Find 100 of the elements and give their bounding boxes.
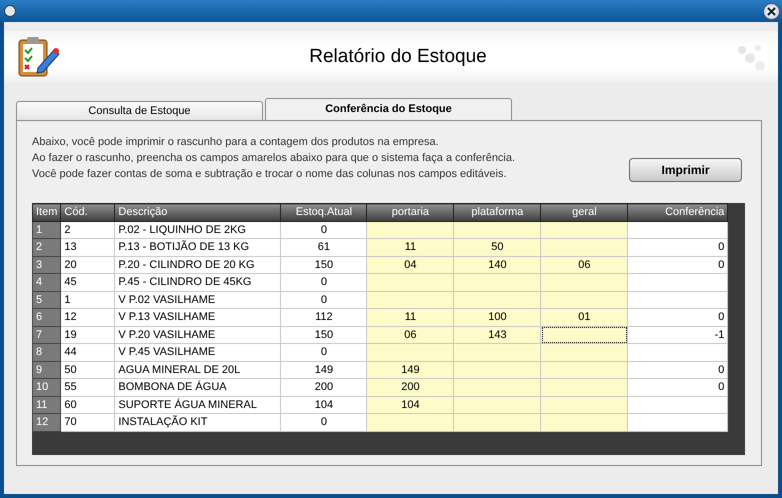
table-cell: 0 <box>280 344 367 361</box>
entry-cell[interactable] <box>540 344 628 361</box>
entry-cell[interactable] <box>366 221 454 238</box>
entry-cell[interactable] <box>454 274 541 291</box>
entry-cell[interactable]: 140 <box>454 256 541 274</box>
instruction-text: Você pode fazer contas de soma e subtração e trocar o nome das colunas nos campos editáveis. <box>32 167 508 182</box>
entry-cell[interactable] <box>540 361 628 378</box>
table-cell: P.13 - BOTIJÃO DE 13 KG <box>114 238 281 256</box>
table-cell: -1 <box>628 326 728 344</box>
entry-cell[interactable] <box>540 414 628 431</box>
column-header[interactable]: Item <box>32 204 61 221</box>
entry-cell[interactable]: 06 <box>540 256 628 274</box>
entry-cell[interactable] <box>454 291 541 308</box>
table-cell: 44 <box>60 344 115 361</box>
table-cell: 150 <box>280 256 367 274</box>
entry-cell[interactable] <box>454 361 541 378</box>
column-header[interactable]: Cód. <box>60 204 115 221</box>
clipboard-icon <box>16 36 60 78</box>
table-cell: 45 <box>60 274 115 291</box>
entry-cell[interactable] <box>540 221 628 238</box>
entry-cell[interactable]: 143 <box>454 326 541 344</box>
row-number: 10 <box>32 378 61 396</box>
tab[interactable]: Conferência do Estoque <box>265 98 512 120</box>
tab[interactable]: Consulta de Estoque <box>16 101 263 120</box>
entry-cell[interactable]: 50 <box>454 238 541 256</box>
print-button[interactable]: Imprimir <box>629 158 742 182</box>
table-cell: 55 <box>60 378 115 396</box>
entry-cell[interactable] <box>540 378 628 396</box>
table-cell: 50 <box>60 361 115 378</box>
table-cell: P.45 - CILINDRO DE 45KG <box>114 274 281 291</box>
table-cell: 0 <box>628 378 728 396</box>
table-cell: SUPORTE ÁGUA MINERAL <box>114 396 281 414</box>
row-number: 6 <box>32 308 61 326</box>
entry-cell[interactable]: 100 <box>454 308 541 326</box>
table-cell: 2 <box>60 221 115 238</box>
entry-cell[interactable] <box>540 291 628 308</box>
table-cell: V P.45 VASILHAME <box>114 344 281 361</box>
instruction-text: Abaixo, você pode imprimir o rascunho para a contagem dos produtos na empresa. <box>32 135 440 150</box>
column-header[interactable]: Estoq.Atual <box>280 204 367 221</box>
entry-cell[interactable]: 104 <box>366 396 454 414</box>
row-number: 7 <box>32 326 61 344</box>
table-cell: 150 <box>280 326 367 344</box>
close-icon <box>767 6 776 16</box>
column-header[interactable]: portaria <box>366 204 454 221</box>
entry-cell[interactable]: 149 <box>366 361 454 378</box>
table-cell: 0 <box>280 291 367 308</box>
row-number: 4 <box>32 274 61 291</box>
row-number: 8 <box>32 344 61 361</box>
table-cell: 0 <box>628 256 728 274</box>
entry-cell[interactable] <box>366 344 454 361</box>
table-cell: 12 <box>60 308 115 326</box>
column-header[interactable]: Descrição <box>114 204 281 221</box>
entry-cell[interactable] <box>366 414 454 431</box>
row-number: 2 <box>32 238 61 256</box>
table-cell: 0 <box>280 414 367 431</box>
table-cell: V P.13 VASILHAME <box>114 308 281 326</box>
table-cell: 70 <box>60 414 115 431</box>
table-cell: 0 <box>280 274 367 291</box>
table-cell: V P.20 VASILHAME <box>114 326 281 344</box>
table-cell: 19 <box>60 326 115 344</box>
entry-cell[interactable] <box>540 396 628 414</box>
entry-cell[interactable]: 01 <box>540 308 628 326</box>
entry-cell[interactable]: 11 <box>366 308 454 326</box>
entry-cell[interactable]: 06 <box>366 326 454 344</box>
table-cell: V P.02 VASILHAME <box>114 291 281 308</box>
entry-cell[interactable]: 200 <box>366 378 454 396</box>
table-cell: 0 <box>628 238 728 256</box>
entry-cell[interactable]: 04 <box>366 256 454 274</box>
row-number: 9 <box>32 361 61 378</box>
entry-cell[interactable] <box>540 274 628 291</box>
close-button[interactable] <box>763 2 780 20</box>
table-cell: 60 <box>60 396 115 414</box>
entry-cell[interactable] <box>454 221 541 238</box>
column-header[interactable]: geral <box>540 204 628 221</box>
entry-cell[interactable] <box>540 238 628 256</box>
table-cell: 149 <box>280 361 367 378</box>
table-cell: BOMBONA DE ÁGUA <box>114 378 281 396</box>
table-cell: 1 <box>60 291 115 308</box>
table-cell: 112 <box>280 308 367 326</box>
table-cell: 104 <box>280 396 367 414</box>
entry-cell[interactable] <box>454 396 541 414</box>
entry-cell[interactable] <box>454 378 541 396</box>
table-cell: INSTALAÇÃO KIT <box>114 414 281 431</box>
table-cell: 0 <box>628 308 728 326</box>
table-cell: 0 <box>628 361 728 378</box>
table-cell: 0 <box>280 221 367 238</box>
row-number: 11 <box>32 396 61 414</box>
entry-cell[interactable]: 11 <box>366 238 454 256</box>
column-header[interactable]: plataforma <box>454 204 541 221</box>
entry-cell[interactable] <box>454 344 541 361</box>
entry-cell[interactable] <box>454 414 541 431</box>
entry-cell[interactable] <box>366 291 454 308</box>
table-cell: 20 <box>60 256 115 274</box>
table-cell: AGUA MINERAL DE 20L <box>114 361 281 378</box>
column-header[interactable]: Conferência <box>628 204 728 221</box>
entry-cell[interactable] <box>540 326 628 344</box>
row-number: 12 <box>32 414 61 431</box>
bubbles-icon <box>736 42 766 72</box>
entry-cell[interactable] <box>366 274 454 291</box>
row-number: 5 <box>32 291 61 308</box>
